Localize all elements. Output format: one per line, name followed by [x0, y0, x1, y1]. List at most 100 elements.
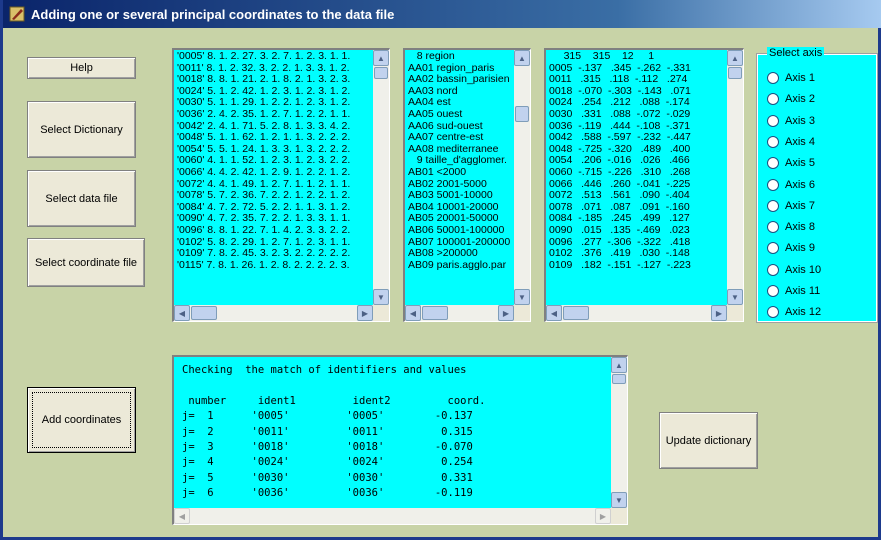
coordinate-list-hscroll[interactable]: ◀ ▶	[546, 305, 727, 321]
axis-radio[interactable]: Axis 3	[767, 114, 815, 127]
log-line: j= 5 '0030' '0030' 0.331	[182, 471, 473, 484]
match-log-text: Checking the match of identifiers and va…	[182, 363, 610, 507]
dictionary-list-hscroll[interactable]: ◀ ▶	[405, 305, 514, 321]
scroll-left-icon[interactable]: ◀	[174, 305, 190, 321]
scroll-right-icon[interactable]: ▶	[711, 305, 727, 321]
radio-circle-icon[interactable]	[767, 242, 779, 255]
select-dictionary-button[interactable]: Select Dictionary	[27, 101, 136, 158]
data-line: '0005' 8. 1. 2. 27. 3. 2. 7. 1. 2. 3. 1.…	[177, 51, 351, 62]
radio-circle-icon[interactable]	[767, 306, 779, 319]
dictionary-lines: 8 region AA01 region_paris AA02 bassin_par…	[408, 51, 513, 304]
add-coordinates-button[interactable]: Add coordinates	[27, 387, 136, 453]
scroll-down-icon[interactable]: ▼	[373, 289, 389, 305]
radio-circle-icon[interactable]	[767, 135, 779, 148]
log-hscroll[interactable]: ◀ ▶	[174, 508, 611, 524]
scroll-right-icon[interactable]: ▶	[595, 508, 611, 524]
scroll-down-icon[interactable]: ▼	[727, 289, 743, 305]
axis-radio-label: Axis 9	[785, 242, 815, 255]
dictionary-line: AB03 5001-10000	[408, 189, 493, 202]
radio-circle-icon[interactable]	[767, 72, 779, 84]
data-line: '0115' 7. 8. 1. 26. 1. 2. 8. 2. 2. 2. 2.…	[177, 258, 350, 271]
axis-radio-label: Axis 11	[785, 285, 821, 297]
dictionary-line: AB08 >200000	[408, 247, 478, 260]
dictionary-line: AA07 centre-est	[408, 131, 484, 144]
coordinate-line: 0072 .513 .561 .090 -.404	[549, 189, 690, 202]
data-list-hscroll[interactable]: ◀ ▶	[174, 305, 373, 321]
axis-radio-label: Axis 1	[785, 72, 815, 84]
data-line: '0048' 5. 1. 1. 62. 1. 2. 1. 1. 3. 2. 2.…	[177, 131, 351, 144]
update-dictionary-button[interactable]: Update dictionary	[659, 412, 758, 469]
data-line: '0036' 2. 4. 2. 35. 1. 2. 7. 1. 2. 2. 1.…	[177, 107, 351, 120]
focus-ring	[32, 392, 131, 448]
axis-radio-label: Axis 6	[785, 178, 815, 191]
coordinate-line: 0109 .182 -.151 -.127 -.223	[549, 258, 691, 271]
scroll-up-icon[interactable]: ▲	[727, 50, 743, 66]
axis-radio[interactable]: Axis 8	[767, 221, 815, 234]
scroll-down-icon[interactable]: ▼	[611, 492, 627, 508]
dictionary-line: AA05 ouest	[408, 107, 463, 120]
coordinate-line: 0090 .015 .135 -.469 .023	[549, 223, 690, 236]
scroll-thumb[interactable]	[515, 106, 529, 122]
axis-radio[interactable]: Axis 6	[767, 178, 815, 191]
select-coordinate-file-button[interactable]: Select coordinate file	[27, 238, 145, 287]
axis-radio[interactable]: Axis 5	[767, 157, 815, 170]
axis-radio-label: Axis 10	[785, 263, 822, 276]
scroll-right-icon[interactable]: ▶	[498, 305, 514, 321]
data-line: '0066' 4. 4. 2. 42. 1. 2. 9. 1. 2. 2. 1.…	[177, 165, 351, 178]
radio-circle-icon[interactable]	[767, 263, 779, 276]
log-line: number ident1 ident2 coord.	[182, 394, 486, 407]
match-log-textarea[interactable]: Checking the match of identifiers and va…	[172, 355, 628, 525]
title-bar[interactable]: Adding one or several principal coordina…	[3, 0, 881, 28]
axis-radio[interactable]: Axis 4	[767, 135, 815, 148]
data-line: '0078' 5. 7. 2. 36. 7. 2. 2. 1. 2. 2. 1.…	[177, 189, 351, 202]
radio-circle-icon[interactable]	[767, 93, 779, 106]
data-file-list[interactable]: '0005' 8. 1. 2. 27. 3. 2. 7. 1. 2. 3. 1.…	[172, 48, 390, 322]
scroll-left-icon[interactable]: ◀	[546, 305, 562, 321]
axis-radio-label: Axis 7	[785, 199, 815, 212]
log-line: j= 4 '0024' '0024' 0.254	[182, 456, 473, 469]
coordinate-list[interactable]: 315 315 12 1 0005 -.137 .345 -.262 -.331 0…	[544, 48, 744, 322]
scroll-up-icon[interactable]: ▲	[373, 50, 389, 66]
axis-radio[interactable]: Axis 9	[767, 242, 815, 255]
select-data-file-button[interactable]: Select data file	[27, 170, 136, 227]
coordinate-line: 0030 .331 .088 -.072 -.029	[549, 107, 691, 120]
coordinate-line: 0102 .376 .419 .030 -.148	[549, 247, 690, 260]
log-vscroll[interactable]: ▲ ▼	[611, 357, 627, 508]
data-list-vscroll[interactable]: ▲ ▼	[373, 50, 389, 305]
radio-circle-icon[interactable]	[767, 157, 779, 170]
axis-radio[interactable]: Axis 1	[767, 72, 815, 84]
scroll-left-icon[interactable]: ◀	[405, 305, 421, 321]
scroll-left-icon[interactable]: ◀	[174, 508, 190, 524]
coordinate-list-vscroll[interactable]: ▲ ▼	[727, 50, 743, 305]
radio-circle-icon[interactable]	[767, 199, 779, 212]
radio-circle-icon[interactable]	[767, 285, 779, 297]
scroll-up-icon[interactable]: ▲	[514, 50, 530, 66]
axis-radio[interactable]: Axis 7	[767, 199, 815, 212]
scroll-thumb[interactable]	[563, 306, 589, 320]
axis-radio[interactable]: Axis 10	[767, 263, 822, 276]
scroll-thumb[interactable]	[612, 374, 626, 384]
select-axis-legend: Select axis	[767, 47, 825, 59]
scroll-thumb[interactable]	[728, 67, 742, 79]
data-file-lines: '0005' 8. 1. 2. 27. 3. 2. 7. 1. 2. 3. 1.…	[177, 51, 372, 304]
radio-circle-icon[interactable]	[767, 221, 779, 234]
scroll-thumb[interactable]	[191, 306, 217, 320]
scroll-corner	[514, 305, 530, 321]
dictionary-list-vscroll[interactable]: ▲ ▼	[514, 50, 530, 305]
axis-radio-label: Axis 4	[785, 135, 815, 148]
scroll-thumb[interactable]	[422, 306, 448, 320]
help-button[interactable]: Help	[27, 57, 136, 79]
axis-radio[interactable]: Axis 2	[767, 93, 815, 106]
scroll-down-icon[interactable]: ▼	[514, 289, 530, 305]
log-line: j= 3 '0018' '0018' -0.070	[182, 440, 473, 453]
scroll-right-icon[interactable]: ▶	[357, 305, 373, 321]
coordinate-line: 0042 .588 -.597 -.232 -.447	[549, 131, 691, 144]
axis-radio[interactable]: Axis 12	[767, 306, 821, 319]
axis-radio[interactable]: Axis 11	[767, 285, 820, 297]
coordinate-line: 0060 -.715 -.226 .310 .268	[549, 165, 691, 178]
scroll-up-icon[interactable]: ▲	[611, 357, 627, 373]
radio-circle-icon[interactable]	[767, 114, 779, 127]
scroll-thumb[interactable]	[374, 67, 388, 79]
radio-circle-icon[interactable]	[767, 178, 779, 191]
dictionary-list[interactable]: 8 region AA01 region_paris AA02 bassin_par…	[403, 48, 531, 322]
